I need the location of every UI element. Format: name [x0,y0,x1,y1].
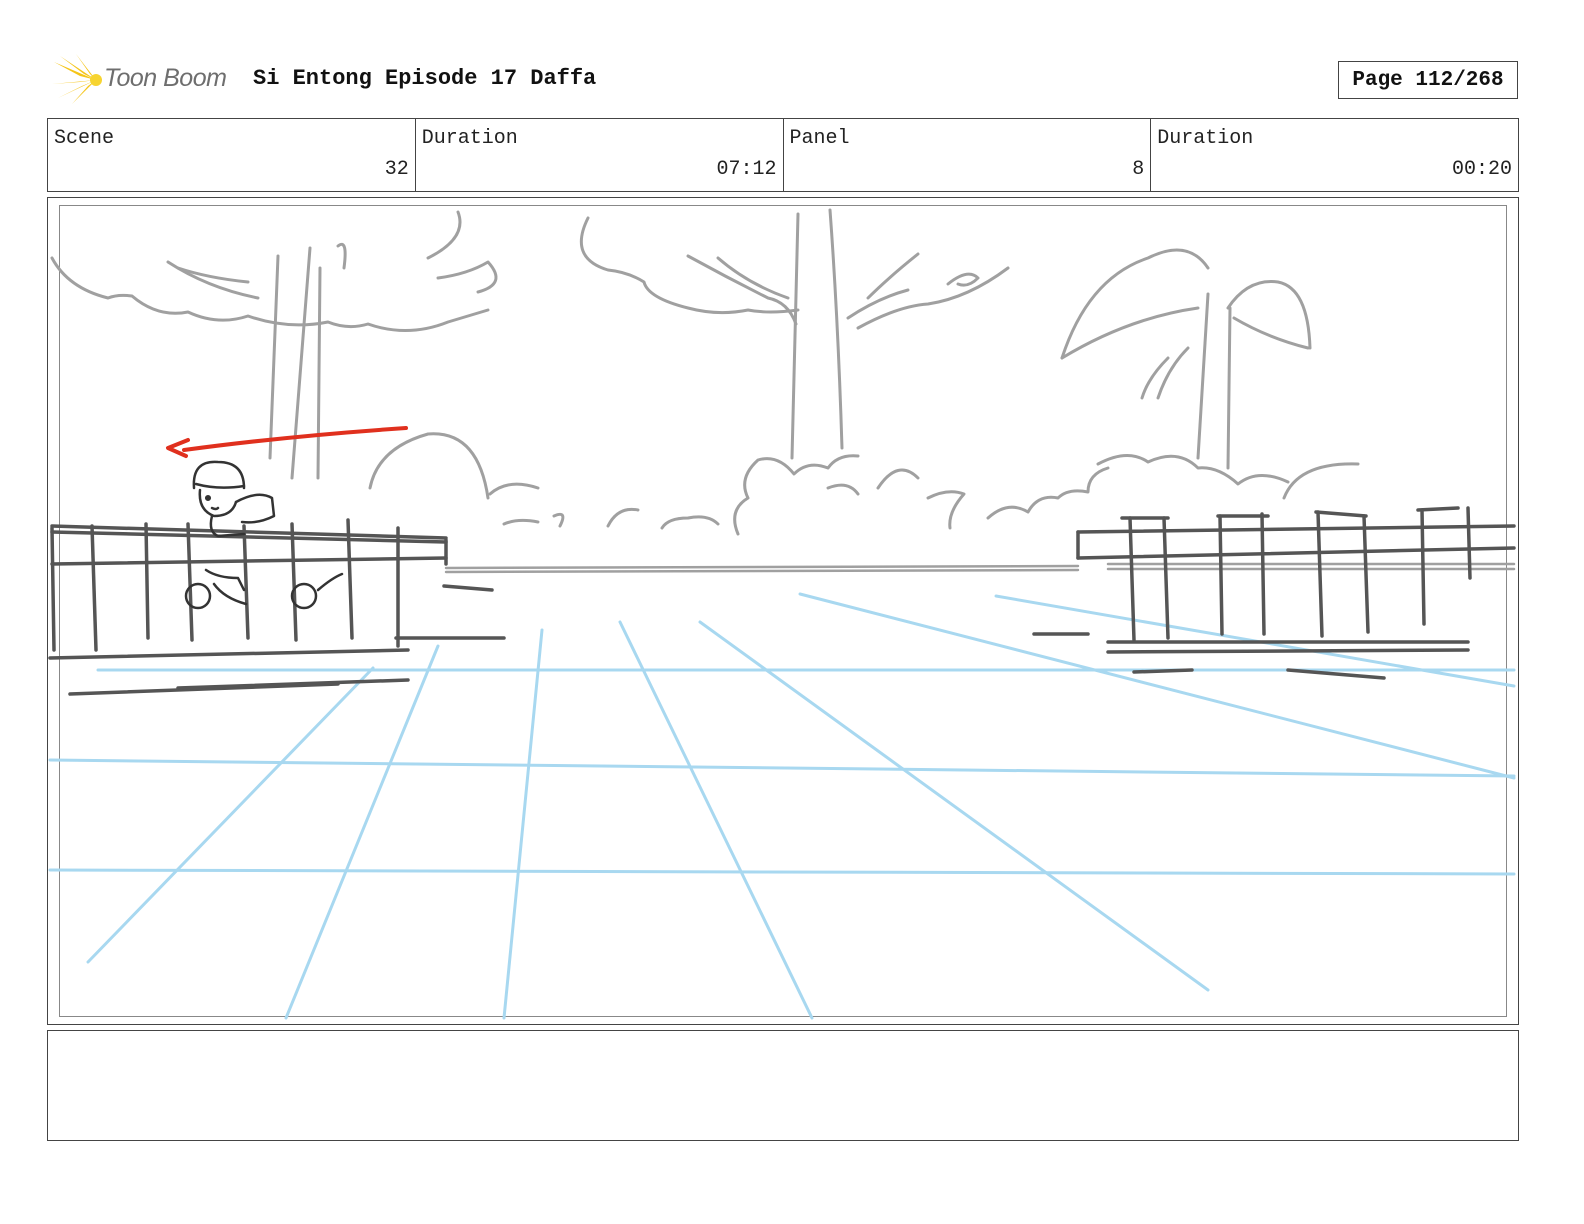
logo-wordmark: Toon Boom [104,64,227,92]
scene-duration-cell: Duration 07:12 [416,119,784,191]
scene-cell: Scene 32 [48,119,416,191]
panel-value: 8 [1132,158,1145,181]
left-fence [48,518,506,696]
walkway-lines [444,562,1516,574]
storyboard-sketch [48,208,1516,1020]
document-title: Si Entong Episode 17 Daffa [253,66,597,91]
panel-label: Panel [789,127,850,150]
page-indicator: Page 112/268 [1338,61,1518,99]
scene-label: Scene [54,127,115,150]
motion-arrow-icon [166,426,408,458]
panel-duration-value: 00:20 [1451,158,1512,181]
panel-cell: Panel 8 [784,119,1152,191]
panel-duration-label: Duration [1157,127,1254,150]
scene-duration-value: 07:12 [716,158,777,181]
scene-duration-label: Duration [421,127,518,150]
notes-box [47,1030,1519,1141]
scene-value: 32 [384,158,409,181]
panel-duration-cell: Duration 00:20 [1151,119,1518,191]
perspective-grid [48,592,1516,1020]
right-fence [1032,506,1516,680]
trees-sketch [50,208,1360,536]
info-table: Scene 32 Duration 07:12 Panel 8 Duration… [47,118,1519,192]
